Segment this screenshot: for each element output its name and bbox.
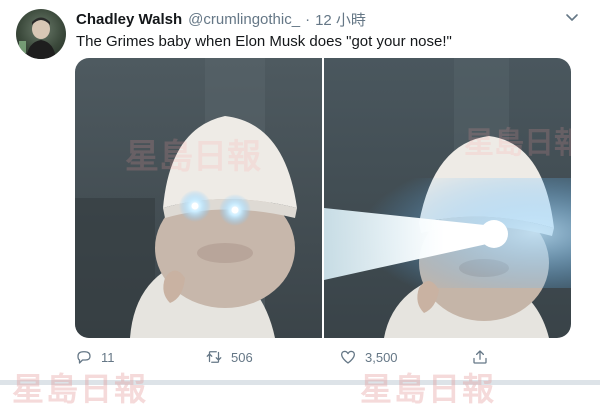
tweet-header: Chadley Walsh @crumlingothic_ · 12 小時 <box>76 9 366 29</box>
avatar-image <box>19 17 56 59</box>
heart-icon <box>340 350 356 364</box>
retweet-button[interactable]: 506 <box>205 346 253 368</box>
watermark-photo-left: 星島日報 <box>125 138 261 176</box>
watermark-photo-right: 星島日報 <box>464 127 571 160</box>
tweet-text: The Grimes baby when Elon Musk does "got… <box>76 33 452 50</box>
avatar[interactable] <box>16 9 66 59</box>
retweet-count: 506 <box>231 349 253 365</box>
separator-dot: · <box>305 10 311 28</box>
display-name[interactable]: Chadley Walsh <box>76 11 182 28</box>
chevron-down-icon[interactable] <box>564 10 580 26</box>
baby-laser-beam-image: 星島日報 <box>324 58 571 338</box>
baby-glowing-eyes-image: 星島日報 <box>75 58 322 338</box>
media-photo-left[interactable]: 星島日報 <box>75 58 322 338</box>
media-photo-right[interactable]: 星島日報 <box>324 58 571 338</box>
media-container[interactable]: 星島日報 星島日報 <box>75 58 571 338</box>
timestamp[interactable]: 12 小時 <box>315 9 366 30</box>
tweet: Chadley Walsh @crumlingothic_ · 12 小時 Th… <box>0 0 600 407</box>
like-count: 3,500 <box>365 349 398 365</box>
watermark-bottom-left: 星島日報 <box>12 371 149 407</box>
watermark-bottom-right: 星島日報 <box>360 371 497 407</box>
retweet-icon <box>206 351 222 363</box>
reply-count: 11 <box>101 349 115 365</box>
user-handle[interactable]: @crumlingothic_ <box>188 11 300 28</box>
